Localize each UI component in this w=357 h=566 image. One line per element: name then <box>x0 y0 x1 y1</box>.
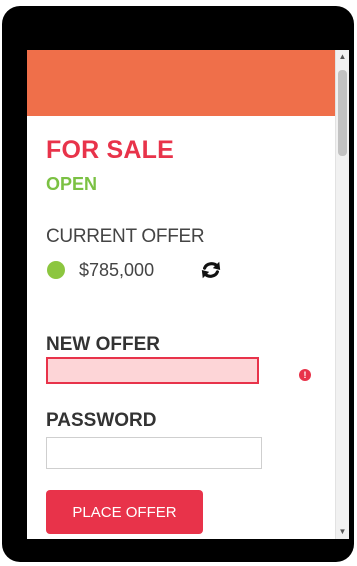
current-offer-label: CURRENT OFFER <box>46 226 205 247</box>
app-screen: FOR SALE OPEN CURRENT OFFER $785,000 NEW… <box>27 50 349 539</box>
new-offer-label: NEW OFFER <box>46 334 160 355</box>
current-offer-amount: $785,000 <box>79 260 155 280</box>
vertical-scrollbar[interactable]: ▲ ▼ <box>335 50 349 539</box>
password-input[interactable] <box>46 437 262 469</box>
sale-status-heading: FOR SALE <box>46 136 174 164</box>
open-status-label: OPEN <box>46 174 98 194</box>
scroll-up-arrow-icon[interactable]: ▲ <box>336 50 349 64</box>
error-icon: ! <box>299 369 311 381</box>
green-dot-icon <box>47 261 65 279</box>
refresh-icon[interactable] <box>199 259 223 281</box>
password-label: PASSWORD <box>46 410 157 431</box>
header-band <box>27 50 336 116</box>
scroll-down-arrow-icon[interactable]: ▼ <box>336 525 349 539</box>
place-offer-button[interactable]: PLACE OFFER <box>46 490 203 534</box>
phone-frame: FOR SALE OPEN CURRENT OFFER $785,000 NEW… <box>2 6 354 562</box>
new-offer-input[interactable] <box>46 357 259 384</box>
scroll-thumb[interactable] <box>338 70 347 156</box>
